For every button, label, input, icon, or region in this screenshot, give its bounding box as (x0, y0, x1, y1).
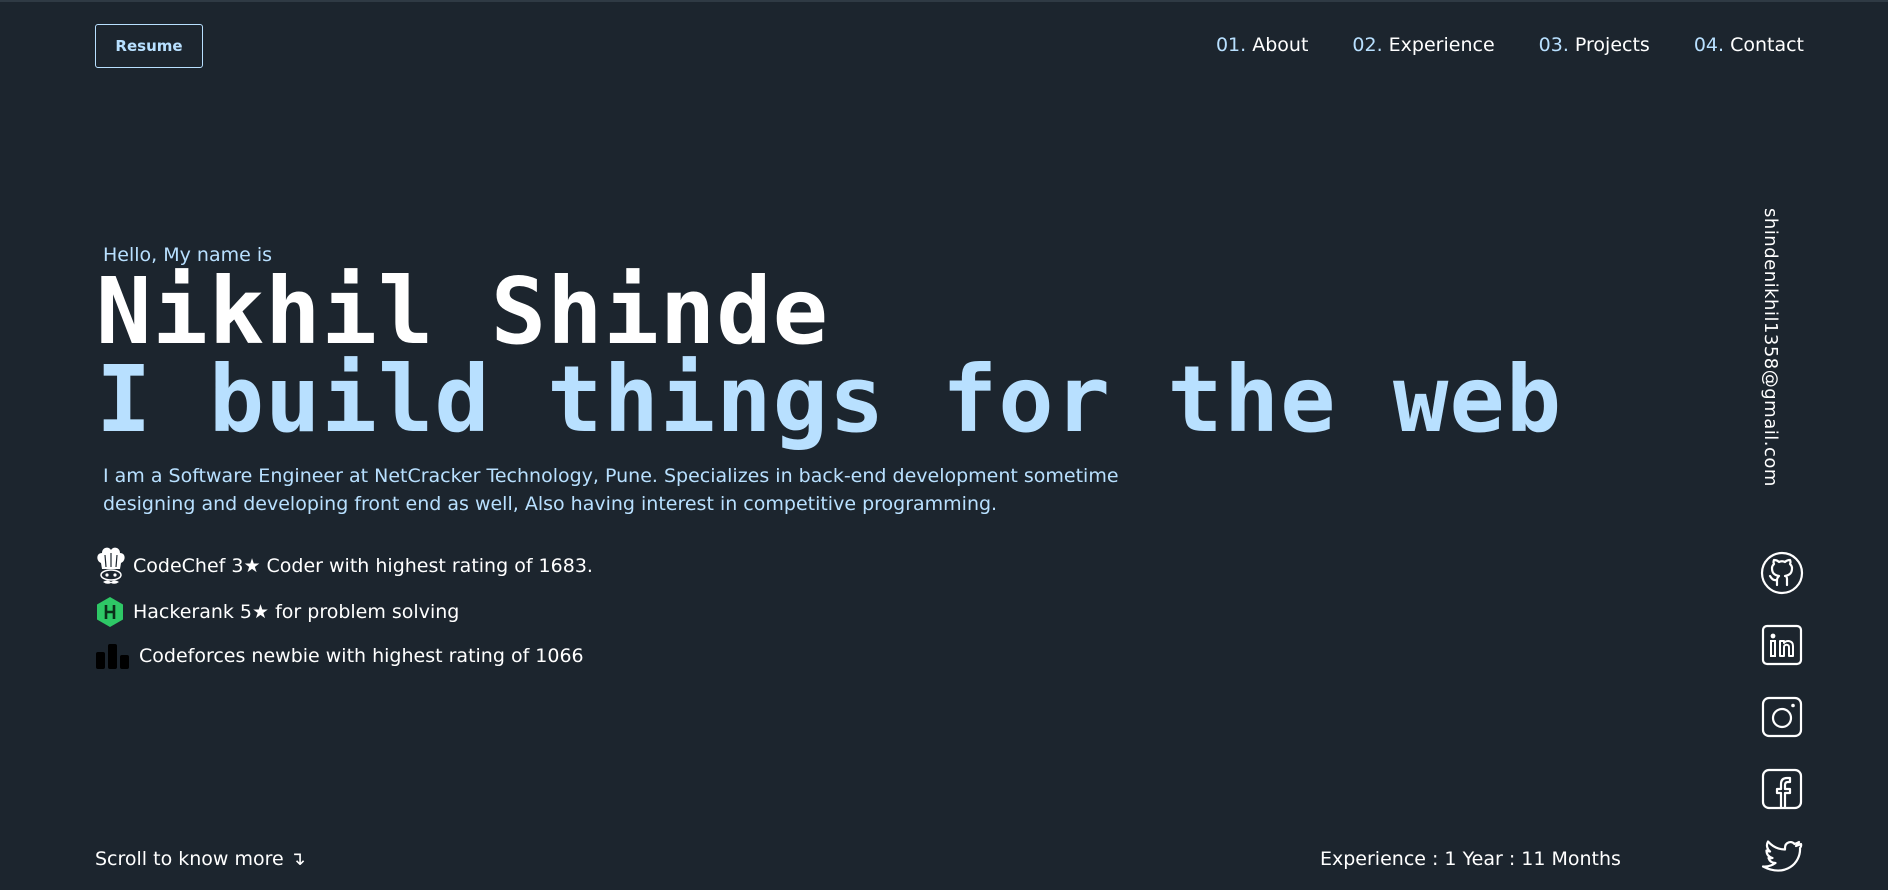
nav-label: About (1252, 34, 1309, 56)
hackerrank-icon (95, 592, 129, 632)
linkedin-icon[interactable] (1760, 623, 1804, 667)
nav-number: 01. (1215, 34, 1247, 56)
codeforces-icon (95, 636, 133, 676)
nav-experience-link[interactable]: 02. Experience (1352, 34, 1494, 56)
nav-contact-link[interactable]: 04. Contact (1694, 34, 1804, 56)
achievement-hackerrank: Hackerank 5★ for problem solving (95, 590, 593, 634)
achievements-list: CodeChef 3★ Coder with highest rating of… (95, 544, 593, 678)
nav-label: Projects (1574, 34, 1650, 56)
hero-tagline: I build things for the web (96, 346, 1563, 453)
nav-projects-link[interactable]: 03. Projects (1539, 34, 1650, 56)
nav-number: 02. (1352, 34, 1383, 56)
achievement-text: Hackerank 5★ for problem solving (133, 601, 460, 623)
twitter-icon[interactable] (1760, 835, 1804, 879)
scroll-hint[interactable]: Scroll to know more ↴ (95, 848, 306, 870)
achievement-codeforces: Codeforces newbie with highest rating of… (95, 634, 593, 678)
main-nav: 01. About 02. Experience 03. Projects 04… (1216, 34, 1804, 56)
codechef-chef-hat-icon (95, 546, 129, 586)
github-icon[interactable] (1760, 551, 1804, 595)
achievement-text: Codeforces newbie with highest rating of… (139, 645, 584, 667)
instagram-icon[interactable] (1760, 695, 1804, 739)
experience-summary: Experience : 1 Year : 11 Months (1320, 848, 1621, 870)
hero-bio: I am a Software Engineer at NetCracker T… (103, 465, 1119, 515)
facebook-icon[interactable] (1760, 767, 1804, 811)
email-link[interactable]: shindenikhil1358@gmail.com (1760, 208, 1781, 487)
resume-button[interactable]: Resume (95, 24, 203, 68)
achievement-text: CodeChef 3★ Coder with highest rating of… (133, 555, 593, 577)
nav-label: Contact (1730, 34, 1804, 56)
nav-number: 04. (1693, 34, 1725, 56)
nav-label: Experience (1388, 34, 1495, 56)
top-border (0, 0, 1888, 2)
achievement-codechef: CodeChef 3★ Coder with highest rating of… (95, 544, 593, 588)
nav-about-link[interactable]: 01. About (1216, 34, 1308, 56)
nav-number: 03. (1538, 34, 1569, 56)
